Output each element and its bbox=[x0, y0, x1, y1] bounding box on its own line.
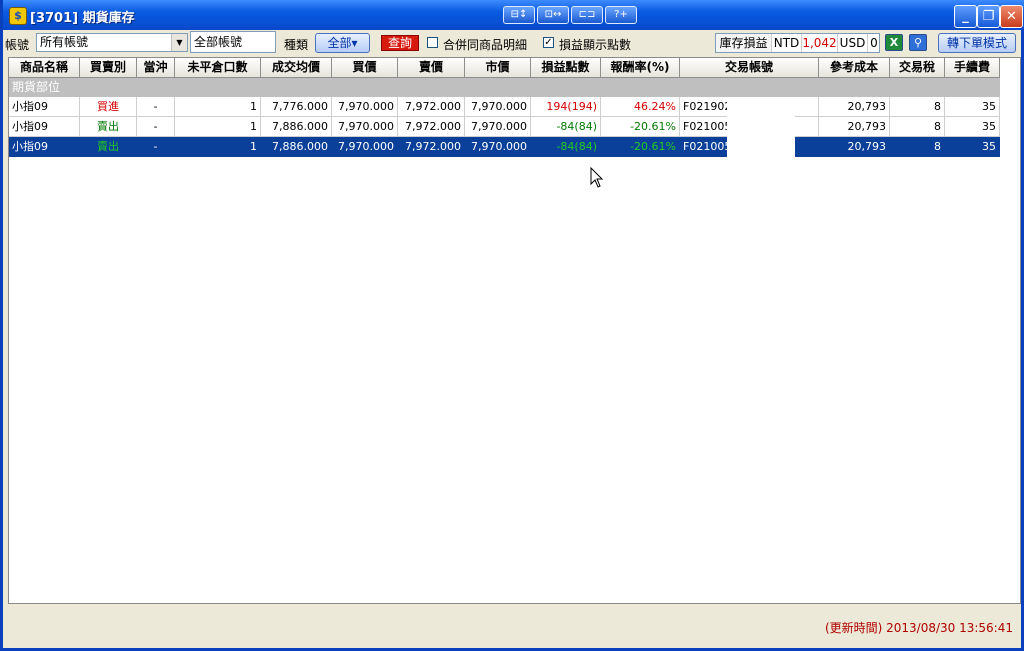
query-button[interactable]: 查詢 bbox=[381, 35, 419, 51]
column-header[interactable]: 報酬率(%) bbox=[601, 58, 680, 78]
cell-product: 小指09 bbox=[9, 117, 80, 137]
window-title: [3701] 期貨庫存 bbox=[30, 11, 135, 26]
cell-bid: 7,970.000 bbox=[332, 137, 398, 157]
column-header[interactable]: 損益點數 bbox=[531, 58, 601, 78]
redacted-account-mask bbox=[727, 97, 795, 117]
pnl-summary-label: 庫存損益 bbox=[716, 34, 772, 52]
table-row[interactable]: 小指09 賣出 -1 7,886.000 7,970.000 7,972.000 7,970… bbox=[9, 137, 1000, 157]
show-points-checkbox[interactable]: ✓ bbox=[543, 37, 554, 48]
column-header[interactable]: 成交均價 bbox=[261, 58, 332, 78]
chevron-down-icon[interactable]: ▼ bbox=[171, 34, 187, 51]
column-header[interactable]: 交易帳號 bbox=[680, 58, 819, 78]
title-bar[interactable]: $ [3701] 期貨庫存 ⊟↕ ⊡↔ ⊏⊐ ?+ _ ❐ ✕ bbox=[3, 0, 1024, 30]
cell-fee: 35 bbox=[945, 97, 1000, 117]
cell-ask: 7,972.000 bbox=[398, 117, 465, 137]
cell-open-qty: 1 bbox=[175, 117, 261, 137]
cell-open-qty: 1 bbox=[175, 137, 261, 157]
column-header[interactable]: 當沖 bbox=[137, 58, 175, 78]
merge-product-label: 合併同商品明細 bbox=[443, 38, 528, 52]
cell-ref-cost: 20,793 bbox=[819, 97, 890, 117]
cell-ref-cost: 20,793 bbox=[819, 117, 890, 137]
cell-open-qty: 1 bbox=[175, 97, 261, 117]
column-header[interactable]: 市價 bbox=[465, 58, 531, 78]
redacted-account-mask bbox=[727, 137, 795, 157]
cell-pnl-points: -84(84) bbox=[531, 117, 601, 137]
table-row[interactable]: 小指09 賣出 -1 7,886.000 7,970.000 7,972.000 7,970… bbox=[9, 117, 1000, 137]
column-header[interactable]: 未平倉口數 bbox=[175, 58, 261, 78]
cell-side: 買進 bbox=[80, 97, 137, 117]
account-label: 帳號 bbox=[5, 38, 30, 52]
cell-side: 賣出 bbox=[80, 117, 137, 137]
type-dropdown-button[interactable]: 全部▾ bbox=[315, 33, 370, 53]
layout-window-icon[interactable]: ⊡↔ bbox=[537, 6, 569, 24]
cell-fee: 35 bbox=[945, 117, 1000, 137]
column-header[interactable]: 手續費 bbox=[945, 58, 1000, 78]
toolbar: 帳號 所有帳號 ▼ 全部帳號 種類 全部▾ 查詢 合併同商品明細 ✓ 損益顯示點… bbox=[3, 30, 1021, 56]
cell-daytrade: - bbox=[137, 97, 175, 117]
account-select[interactable]: 所有帳號 ▼ bbox=[36, 33, 188, 52]
maximize-button[interactable]: ❐ bbox=[977, 5, 1000, 28]
merge-product-checkbox[interactable] bbox=[427, 37, 438, 48]
account-name-field[interactable]: 全部帳號 bbox=[190, 31, 276, 53]
cell-ref-cost: 20,793 bbox=[819, 137, 890, 157]
type-label: 種類 bbox=[284, 38, 309, 52]
cell-return-pct: 46.24% bbox=[601, 97, 680, 117]
layout-split-icon[interactable]: ⊏⊐ bbox=[571, 6, 603, 24]
ntd-value: 1,042 bbox=[802, 34, 838, 52]
excel-icon[interactable]: X bbox=[885, 34, 903, 51]
minimize-button[interactable]: _ bbox=[954, 5, 977, 28]
column-header[interactable]: 參考成本 bbox=[819, 58, 890, 78]
cell-bid: 7,970.000 bbox=[332, 117, 398, 137]
cell-daytrade: - bbox=[137, 137, 175, 157]
update-time: (更新時間) 2013/08/30 13:56:41 bbox=[824, 621, 1013, 635]
cell-pnl-points: 194(194) bbox=[531, 97, 601, 117]
usd-value: 0 bbox=[870, 36, 878, 50]
usd-label: USD bbox=[838, 34, 868, 52]
layout-stack-icon[interactable]: ⊟↕ bbox=[503, 6, 535, 24]
cell-tax: 8 bbox=[890, 117, 945, 137]
show-points-label: 損益顯示點數 bbox=[559, 38, 632, 52]
pnl-summary: 庫存損益 NTD 1,042 USD 0 bbox=[715, 33, 880, 53]
cell-product: 小指09 bbox=[9, 137, 80, 157]
cell-market: 7,970.000 bbox=[465, 117, 531, 137]
cell-tax: 8 bbox=[890, 97, 945, 117]
app-logo-icon: $ bbox=[9, 7, 27, 25]
cell-market: 7,970.000 bbox=[465, 137, 531, 157]
cell-product: 小指09 bbox=[9, 97, 80, 117]
cell-pnl-points: -84(84) bbox=[531, 137, 601, 157]
table-row[interactable]: 小指09 買進 -1 7,776.000 7,970.000 7,972.000 7,970… bbox=[9, 97, 1000, 117]
ntd-label: NTD bbox=[772, 34, 802, 52]
futures-inventory-window: $ [3701] 期貨庫存 ⊟↕ ⊡↔ ⊏⊐ ?+ _ ❐ ✕ 帳號 所有帳號 … bbox=[0, 0, 1024, 651]
column-header[interactable]: 賣價 bbox=[398, 58, 465, 78]
column-header[interactable]: 買賣別 bbox=[80, 58, 137, 78]
cell-avg-price: 7,886.000 bbox=[261, 137, 332, 157]
cell-avg-price: 7,776.000 bbox=[261, 97, 332, 117]
cell-fee: 35 bbox=[945, 137, 1000, 157]
close-button[interactable]: ✕ bbox=[1000, 5, 1023, 28]
cell-daytrade: - bbox=[137, 117, 175, 137]
cell-side: 賣出 bbox=[80, 137, 137, 157]
mouse-cursor-icon bbox=[590, 167, 604, 188]
cell-return-pct: -20.61% bbox=[601, 137, 680, 157]
redacted-account-mask bbox=[727, 117, 795, 137]
cell-avg-price: 7,886.000 bbox=[261, 117, 332, 137]
column-header[interactable]: 交易稅 bbox=[890, 58, 945, 78]
cell-ask: 7,972.000 bbox=[398, 137, 465, 157]
cell-bid: 7,970.000 bbox=[332, 97, 398, 117]
magnifier-icon[interactable]: ⚲ bbox=[909, 34, 927, 51]
positions-grid: 商品名稱 買賣別 當沖 未平倉口數 成交均價 買價 賣價 市價 損益點數 報酬率… bbox=[8, 57, 1021, 604]
cell-tax: 8 bbox=[890, 137, 945, 157]
cell-ask: 7,972.000 bbox=[398, 97, 465, 117]
help-plus-icon[interactable]: ?+ bbox=[605, 6, 637, 24]
grid-header: 商品名稱 買賣別 當沖 未平倉口數 成交均價 買價 賣價 市價 損益點數 報酬率… bbox=[9, 58, 1000, 78]
cell-market: 7,970.000 bbox=[465, 97, 531, 117]
futures-position-group: 期貨部位 bbox=[9, 78, 1000, 97]
column-header[interactable]: 商品名稱 bbox=[9, 58, 80, 78]
switch-order-mode-button[interactable]: 轉下單模式 bbox=[938, 33, 1016, 53]
account-select-value: 所有帳號 bbox=[40, 35, 89, 49]
cell-return-pct: -20.61% bbox=[601, 117, 680, 137]
column-header[interactable]: 買價 bbox=[332, 58, 398, 78]
